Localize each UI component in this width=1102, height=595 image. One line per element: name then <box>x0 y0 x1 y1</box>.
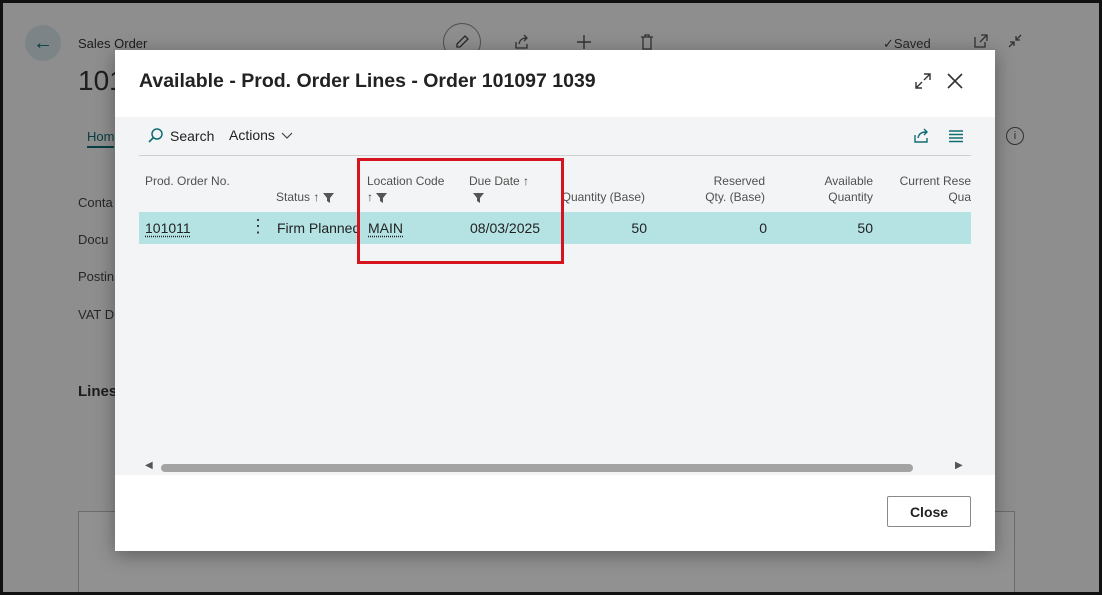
prod-order-no-cell[interactable]: 101011 <box>145 220 191 236</box>
dialog-title: Available - Prod. Order Lines - Order 10… <box>139 70 596 92</box>
location-code-cell[interactable]: MAIN <box>368 220 403 236</box>
col-location-code[interactable]: Location Code ↑ <box>367 173 444 205</box>
share-icon <box>914 128 928 143</box>
search-button[interactable]: Search <box>147 127 214 144</box>
sort-ascending-icon: ↑ <box>523 174 530 188</box>
chevron-down-icon <box>281 132 293 139</box>
expand-icon <box>915 73 931 89</box>
reserved-qty-cell: 0 <box>759 220 767 236</box>
available-quantity-cell: 50 <box>857 220 873 236</box>
horizontal-scrollbar[interactable]: ◀ ▶ <box>139 460 971 474</box>
dialog-close-button[interactable] <box>942 68 968 94</box>
actions-label: Actions <box>229 127 275 143</box>
filter-icon <box>322 192 334 203</box>
scroll-left-icon[interactable]: ◀ <box>145 460 153 471</box>
quantity-base-cell: 50 <box>631 220 647 236</box>
dialog-content: Search Actions Prod. Order No. Status ↑ … <box>115 117 995 475</box>
col-due-date[interactable]: Due Date ↑ <box>469 173 529 205</box>
filter-icon <box>376 192 388 203</box>
scrollbar-thumb[interactable] <box>161 464 913 472</box>
col-prod-order-no[interactable]: Prod. Order No. <box>145 173 235 189</box>
actions-menu[interactable]: Actions <box>229 127 293 143</box>
available-prod-order-lines-dialog: Available - Prod. Order Lines - Order 10… <box>115 50 995 551</box>
screen-frame: ← Sales Order 101 ✓Saved Hom i Conta Doc… <box>0 0 1102 595</box>
more-options-icon[interactable]: ⋮ <box>249 216 267 237</box>
status-cell: Firm Planned <box>277 220 357 236</box>
list-icon <box>949 130 963 143</box>
close-icon <box>947 73 963 89</box>
expand-button[interactable] <box>910 68 936 94</box>
col-quantity-base[interactable]: Quantity (Base) <box>555 189 645 205</box>
search-icon <box>148 128 163 143</box>
col-reserved-qty[interactable]: Reserved Qty. (Base) <box>690 173 765 205</box>
filter-icon <box>473 192 484 203</box>
col-current-reserved[interactable]: Current Rese Qua <box>897 173 971 207</box>
due-date-cell: 08/03/2025 <box>470 220 541 236</box>
table-row[interactable]: 101011 ⋮ Firm Planned MAIN 08/03/2025 50… <box>139 212 971 244</box>
close-button[interactable]: Close <box>887 496 971 527</box>
col-available-quantity[interactable]: Available Quantity <box>805 173 873 205</box>
sort-ascending-icon: ↑ <box>313 190 320 204</box>
scroll-right-icon[interactable]: ▶ <box>955 460 963 471</box>
action-bar: Search Actions <box>139 117 971 156</box>
sort-ascending-icon: ↑ <box>367 190 373 204</box>
list-view-button[interactable] <box>946 127 966 145</box>
search-label: Search <box>170 127 215 144</box>
col-status[interactable]: Status ↑ <box>276 189 334 205</box>
share-button[interactable] <box>912 127 932 145</box>
